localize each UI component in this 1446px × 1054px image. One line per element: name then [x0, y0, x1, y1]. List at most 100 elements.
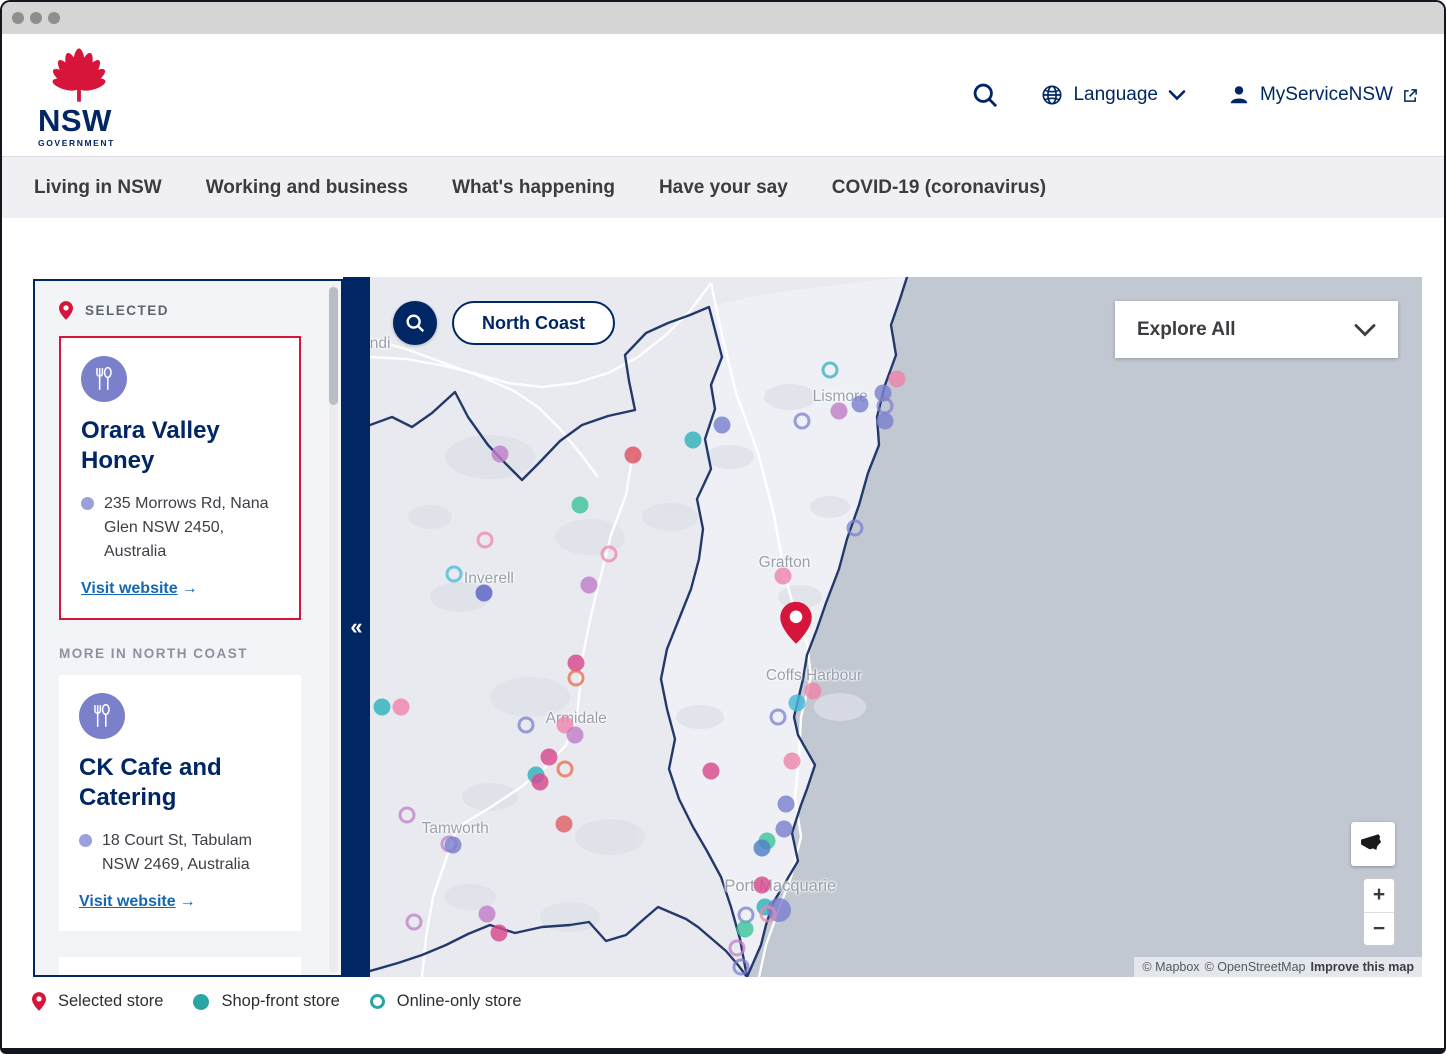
arrow-right-icon: → — [182, 580, 198, 598]
map-town-label: Inverell — [464, 570, 514, 588]
map-marker[interactable] — [373, 698, 390, 715]
map-marker[interactable] — [831, 402, 848, 419]
store-address: 18 Court St, Tabulam NSW 2469, Australia — [102, 829, 281, 877]
map-marker[interactable] — [777, 796, 794, 813]
map-marker[interactable] — [492, 446, 509, 463]
person-icon — [1228, 84, 1250, 106]
header-search-button[interactable] — [971, 81, 999, 109]
map-marker[interactable] — [754, 840, 771, 857]
map-search-button[interactable] — [393, 301, 437, 345]
map-marker[interactable] — [532, 773, 549, 790]
account-link[interactable]: MyServiceNSW — [1228, 84, 1418, 106]
legend-item-shopfront: Shop-front store — [193, 992, 339, 1011]
map-marker[interactable] — [714, 416, 731, 433]
map-marker[interactable] — [398, 807, 415, 824]
legend-label: Selected store — [58, 992, 163, 1011]
logo-subtitle: GOVERNMENT — [38, 138, 128, 148]
selected-store-pin[interactable] — [780, 601, 812, 648]
map-marker[interactable] — [580, 577, 597, 594]
map-marker[interactable] — [804, 682, 821, 699]
panel-scrollbar[interactable] — [329, 285, 338, 973]
language-menu[interactable]: Language — [1041, 84, 1186, 106]
store-card[interactable]: Byron Bay Cacao — [59, 957, 301, 977]
nsw-government-logo[interactable]: NSW GOVERNMENT — [38, 44, 128, 148]
map-marker[interactable] — [555, 815, 572, 832]
nav-item-have-your-say[interactable]: Have your say — [659, 177, 788, 199]
chevron-down-icon — [1168, 89, 1186, 101]
legend-label: Shop-front store — [221, 992, 339, 1011]
selected-label: SELECTED — [85, 303, 169, 318]
store-card-selected[interactable]: Orara Valley Honey 235 Morrows Rd, Nana … — [59, 336, 301, 620]
map-marker[interactable] — [733, 959, 750, 976]
map-marker[interactable] — [770, 709, 787, 726]
attribution-mapbox[interactable]: © Mapbox — [1142, 960, 1199, 974]
panel-collapse-strip[interactable]: « — [343, 277, 370, 977]
map-marker[interactable] — [852, 395, 869, 412]
map-marker[interactable] — [794, 413, 811, 430]
zoom-out-button[interactable]: − — [1364, 913, 1394, 946]
attribution-improve-link[interactable]: Improve this map — [1311, 960, 1415, 974]
map-marker[interactable] — [556, 761, 573, 778]
map-marker[interactable] — [776, 821, 793, 838]
map-marker[interactable] — [517, 717, 534, 734]
legend-item-online: Online-only store — [370, 992, 522, 1011]
map-marker[interactable] — [600, 546, 617, 563]
map-marker[interactable] — [775, 567, 792, 584]
map-marker[interactable] — [877, 413, 894, 430]
map-town-label: Port Macquarie — [722, 875, 838, 897]
map-marker[interactable] — [702, 763, 719, 780]
account-label: MyServiceNSW — [1260, 84, 1393, 106]
map-marker[interactable] — [491, 924, 508, 941]
map-marker[interactable] — [568, 670, 585, 687]
map-marker[interactable] — [759, 906, 776, 923]
map-marker[interactable] — [445, 836, 462, 853]
collapse-panel-icon: « — [350, 616, 362, 638]
nav-item-covid-19[interactable]: COVID-19 (coronavirus) — [832, 177, 1046, 199]
map-marker[interactable] — [846, 520, 863, 537]
filled-circle-icon — [193, 994, 209, 1010]
map-attribution: © Mapbox © OpenStreetMap Improve this ma… — [1134, 957, 1422, 977]
map-marker[interactable] — [889, 371, 906, 388]
cutlery-icon — [91, 366, 117, 392]
map-marker[interactable] — [821, 362, 838, 379]
map-marker[interactable] — [625, 446, 642, 463]
window-control-dot[interactable] — [12, 12, 24, 24]
avatar — [81, 356, 127, 402]
nsw-extent-button[interactable] — [1351, 822, 1395, 866]
nav-item-living-in-nsw[interactable]: Living in NSW — [34, 177, 162, 199]
map-marker[interactable] — [475, 584, 492, 601]
store-name: Orara Valley Honey — [81, 416, 279, 476]
map-marker[interactable] — [392, 698, 409, 715]
region-pill[interactable]: North Coast — [452, 301, 615, 345]
panel-scrollbar-thumb[interactable] — [329, 287, 338, 405]
map-pin-icon — [59, 301, 73, 320]
window-control-dot[interactable] — [48, 12, 60, 24]
map-marker[interactable] — [567, 726, 584, 743]
nsw-state-icon — [1360, 832, 1386, 856]
map-marker[interactable] — [572, 497, 589, 514]
nav-item-whats-happening[interactable]: What's happening — [452, 177, 615, 199]
window-control-dot[interactable] — [30, 12, 42, 24]
map-marker[interactable] — [478, 906, 495, 923]
visit-website-link[interactable]: Visit website→ — [79, 893, 196, 910]
legend-label: Online-only store — [397, 992, 522, 1011]
map-marker[interactable] — [729, 940, 746, 957]
store-card[interactable]: CK Cafe and Catering 18 Court St, Tabula… — [59, 675, 301, 931]
map-marker[interactable] — [446, 565, 463, 582]
map-marker[interactable] — [736, 920, 753, 937]
visit-website-link[interactable]: Visit website→ — [81, 580, 198, 597]
map-marker[interactable] — [476, 532, 493, 549]
explore-all-dropdown[interactable]: Explore All — [1115, 301, 1398, 358]
nav-item-working-and-business[interactable]: Working and business — [206, 177, 408, 199]
map-marker[interactable] — [789, 695, 806, 712]
zoom-in-button[interactable]: + — [1364, 879, 1394, 913]
attribution-osm[interactable]: © OpenStreetMap — [1205, 960, 1306, 974]
map-marker[interactable] — [540, 749, 557, 766]
map-container[interactable]: indiLismoreGraftonCoffs HarbourInverellA… — [370, 277, 1422, 977]
map-marker[interactable] — [406, 913, 423, 930]
map-marker[interactable] — [684, 432, 701, 449]
map-marker[interactable] — [754, 877, 771, 894]
logo-acronym: NSW — [38, 105, 128, 136]
map-marker[interactable] — [783, 752, 800, 769]
map-pin-icon — [32, 992, 46, 1011]
